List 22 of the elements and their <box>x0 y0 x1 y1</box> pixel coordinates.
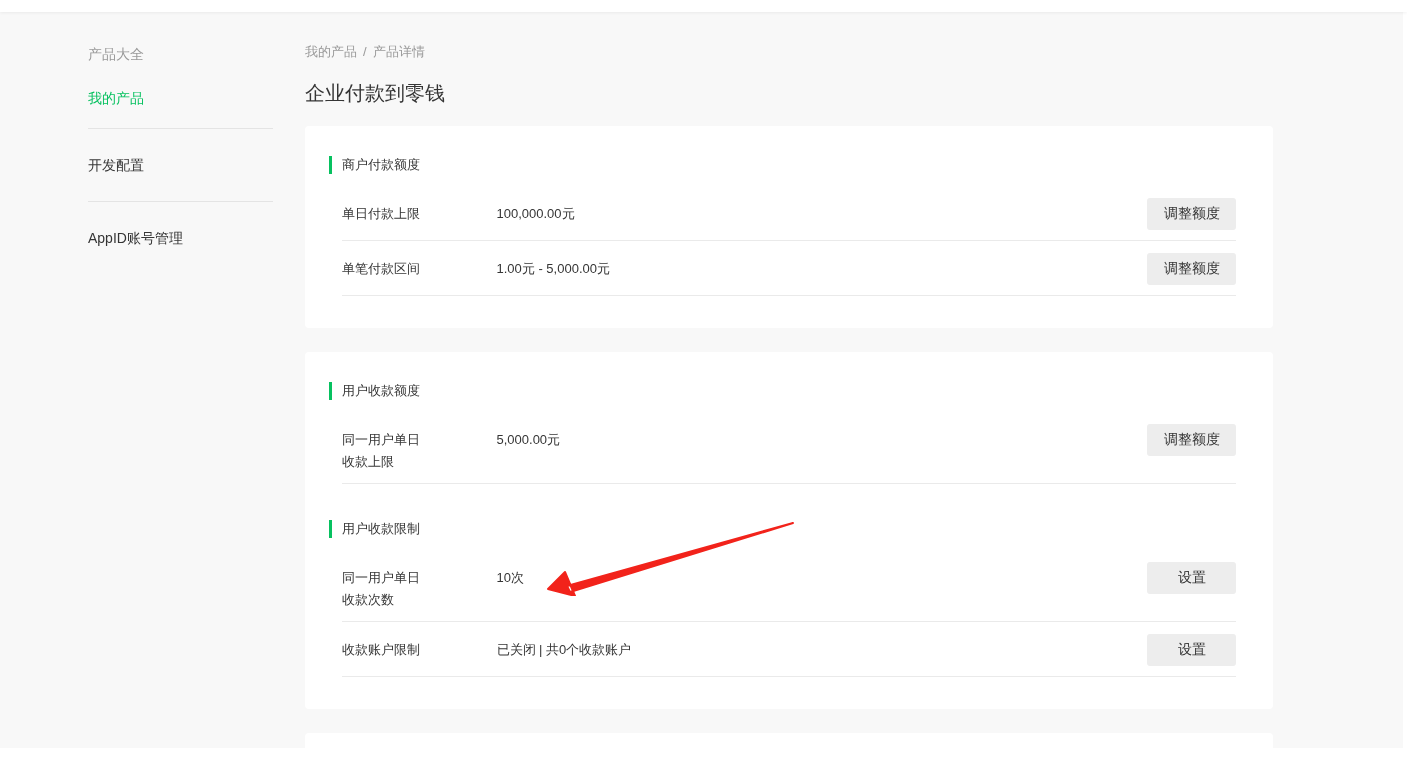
breadcrumb-separator: / <box>363 43 367 61</box>
sidebar-item[interactable]: 开发配置 <box>88 155 273 175</box>
row-value: 5,000.00元 <box>496 431 562 449</box>
row-label: 单笔付款区间 <box>342 260 421 278</box>
section-title: 商户付款额度 <box>329 156 1236 174</box>
row-value: 1.00元 - 5,000.00元 <box>496 260 611 278</box>
row-label: 单日付款上限 <box>342 205 421 223</box>
row-label: 收款账户限制 <box>342 641 421 659</box>
row-value: 10次 <box>496 569 525 587</box>
action-button[interactable]: 调整额度 <box>1147 424 1236 456</box>
sidebar-item[interactable]: AppID账号管理 <box>88 228 273 248</box>
row-value: 已关闭 | 共0个收款账户 <box>496 641 633 659</box>
row-value: 100,000.00元 <box>496 205 576 223</box>
section-title: 用户收款额度 <box>329 382 1236 400</box>
action-button[interactable]: 调整额度 <box>1147 198 1236 230</box>
action-button[interactable]: 设置 <box>1147 634 1236 666</box>
page-title: 企业付款到零钱 <box>305 81 446 106</box>
action-button[interactable]: 调整额度 <box>1147 253 1236 285</box>
sidebar-heading: 产品大全 <box>88 45 145 64</box>
action-button[interactable]: 设置 <box>1147 562 1236 594</box>
row-label: 同一用户单日收款上限 <box>342 431 421 471</box>
row-label: 同一用户单日收款次数 <box>342 569 421 609</box>
